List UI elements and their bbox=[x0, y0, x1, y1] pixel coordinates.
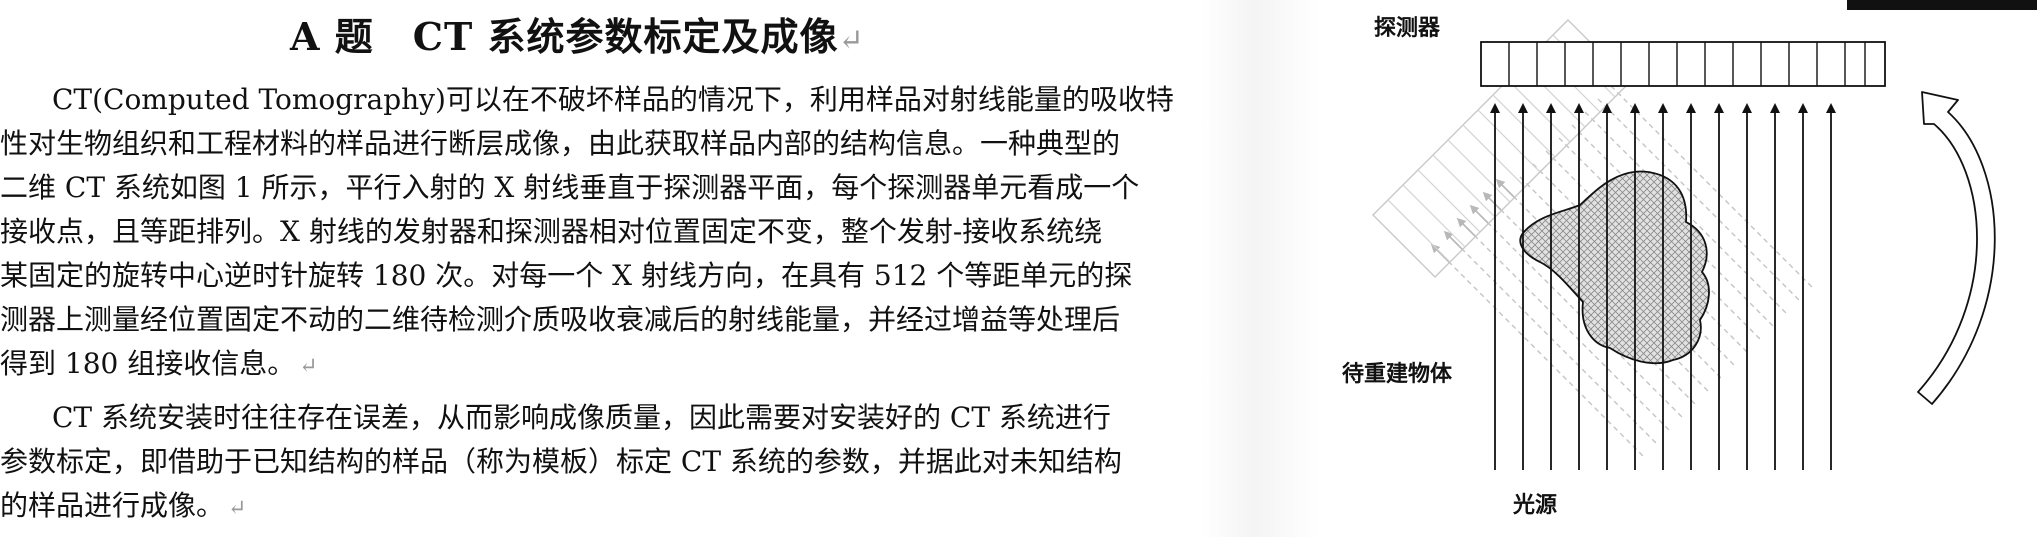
ct-diagram bbox=[1372, 19, 1996, 470]
text-line: 某固定的旋转中心逆时针旋转 180 次。对每一个 X 射线方向，在具有 512 … bbox=[0, 259, 1133, 292]
text-line: CT(Computed Tomography)可以在不破坏样品的情况下，利用样品… bbox=[52, 83, 1174, 116]
text-line-content: 的样品进行成像。 bbox=[0, 489, 225, 522]
text-line-content: 得到 180 组接收信息。 bbox=[0, 347, 296, 380]
detector-array bbox=[1480, 41, 1886, 87]
paragraph-mark: ↵ bbox=[228, 496, 247, 521]
object-shape bbox=[1519, 170, 1710, 365]
paragraph-mark: ↵ bbox=[838, 23, 865, 58]
source-label: 光源 bbox=[1513, 493, 1558, 518]
document-page: A 题 CT 系统参数标定及成像↵ CT(Computed Tomography… bbox=[0, 0, 1200, 537]
text-line: 测器上测量经位置固定不动的二维待检测介质吸收衰减后的射线能量，并经过增益等处理后 bbox=[0, 303, 1121, 336]
page-gap bbox=[1200, 0, 1320, 537]
text-line: 的样品进行成像。 ↵ bbox=[0, 492, 246, 520]
text-line: 参数标定，即借助于已知结构的样品（称为模板）标定 CT 系统的参数，并据此对未知… bbox=[0, 445, 1122, 478]
text-line: 性对生物组织和工程材料的样品进行断层成像，由此获取样品内部的结构信息。一种典型的 bbox=[0, 127, 1121, 160]
page-title: A 题 CT 系统参数标定及成像↵ bbox=[290, 6, 865, 61]
text-line: 接收点，且等距排列。X 射线的发射器和探测器相对位置固定不变，整个发射-接收系统… bbox=[0, 215, 1103, 248]
paragraph-mark: ↵ bbox=[299, 354, 318, 379]
xray-beams bbox=[1490, 103, 1836, 470]
ct-figure: 探测器 待重建物体 光源 bbox=[1318, 0, 2037, 537]
rotation-arrow-icon bbox=[1917, 91, 1996, 405]
object-label: 待重建物体 bbox=[1342, 362, 1453, 387]
text-line: 二维 CT 系统如图 1 所示，平行入射的 X 射线垂直于探测器平面，每个探测器… bbox=[0, 171, 1140, 204]
text-line: CT 系统安装时往往存在误差，从而影响成像质量，因此需要对安装好的 CT 系统进… bbox=[52, 401, 1111, 434]
text-line: 得到 180 组接收信息。 ↵ bbox=[0, 350, 318, 378]
title-text: A 题 CT 系统参数标定及成像 bbox=[290, 14, 839, 59]
detector-label: 探测器 bbox=[1374, 16, 1441, 41]
